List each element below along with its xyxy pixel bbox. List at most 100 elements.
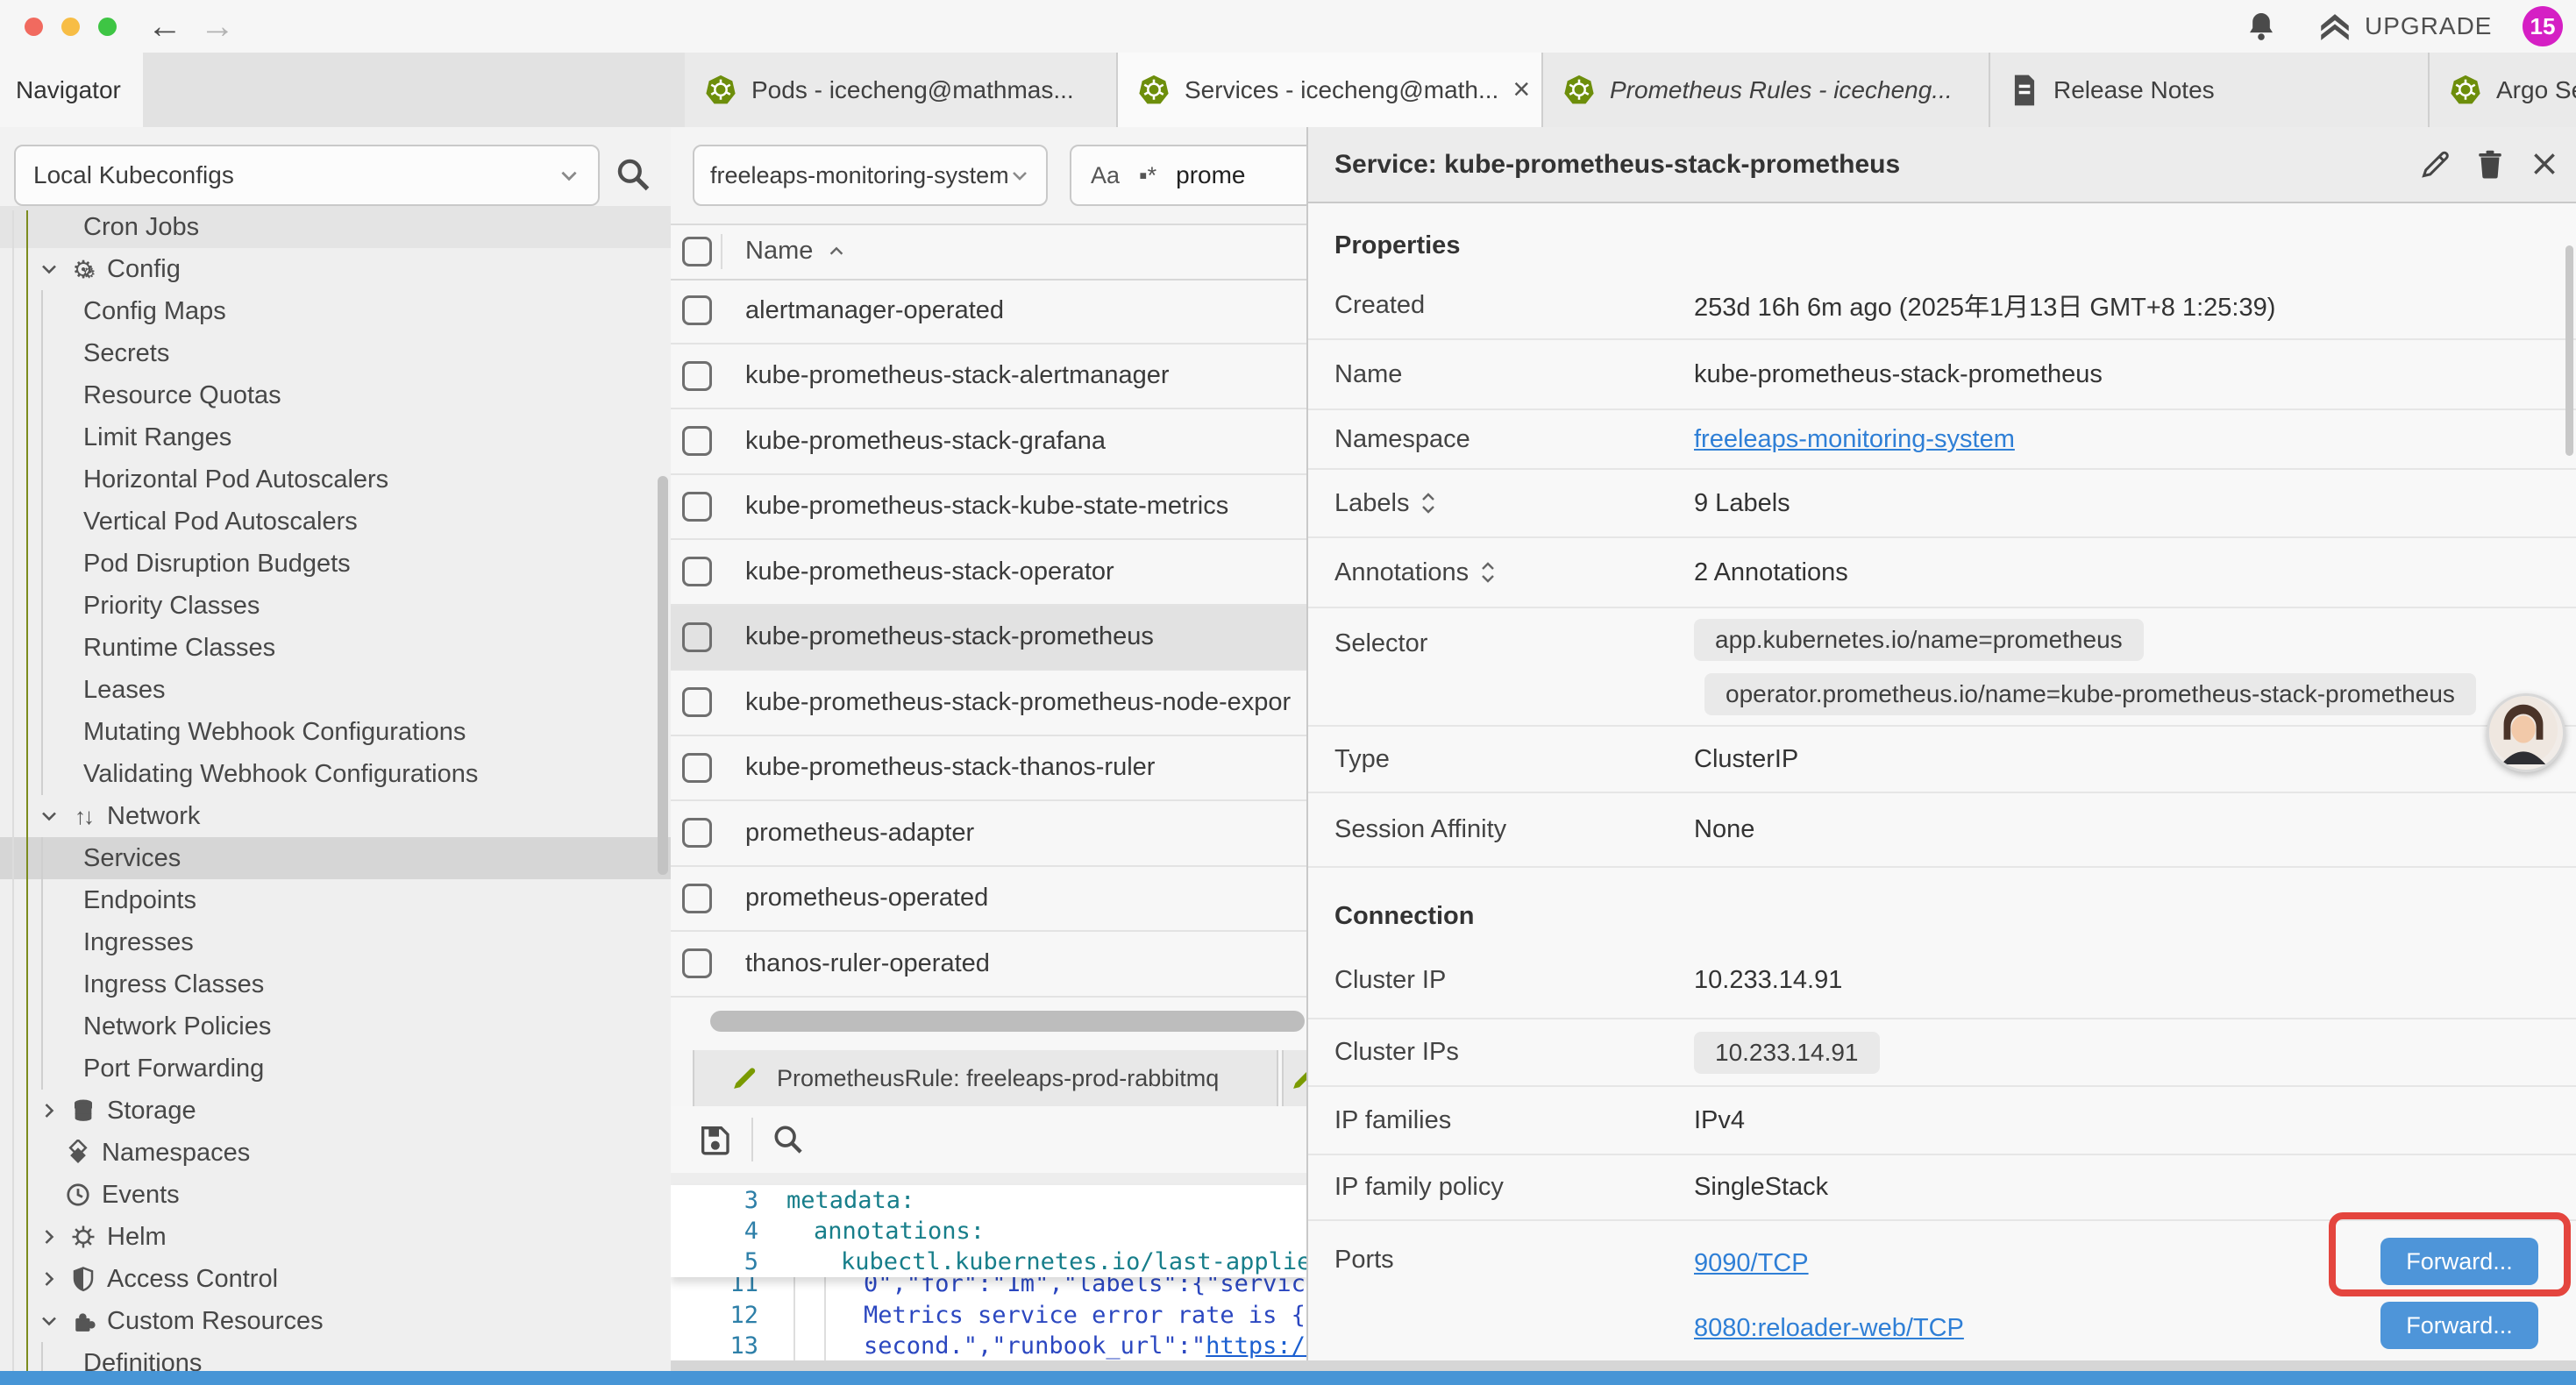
sidebar-item-ingress-classes[interactable]: Ingress Classes xyxy=(0,963,671,1005)
sidebar-item-vertical-pod-autoscalers[interactable]: Vertical Pod Autoscalers xyxy=(0,501,671,543)
window-minimize-button[interactable] xyxy=(61,18,80,36)
sidebar-item-config-maps[interactable]: Config Maps xyxy=(0,290,671,332)
editor-tab-partial[interactable] xyxy=(1282,1050,1306,1106)
save-icon[interactable] xyxy=(697,1122,732,1157)
edit-pencil-icon[interactable] xyxy=(2418,146,2453,181)
notification-badge[interactable]: 15 xyxy=(2523,6,2563,46)
column-header-name[interactable]: Name xyxy=(745,237,813,266)
forward-button-8080[interactable]: Forward... xyxy=(2380,1302,2538,1349)
table-row-selected[interactable]: kube-prometheus-stack-prometheus xyxy=(671,606,1306,671)
table-row[interactable]: thanos-ruler-operated xyxy=(671,932,1306,998)
row-checkbox[interactable] xyxy=(682,753,712,783)
row-checkbox[interactable] xyxy=(682,687,712,717)
row-checkbox[interactable] xyxy=(682,884,712,913)
tab-pods[interactable]: Pods - icecheng@mathmas... xyxy=(685,53,1118,127)
sidebar-scrollbar[interactable] xyxy=(658,476,668,875)
puzzle-icon xyxy=(68,1306,98,1336)
sidebar-item-config[interactable]: ⚙⚙ Config xyxy=(0,248,671,290)
sidebar-item-mutating-webhook-configurations[interactable]: Mutating Webhook Configurations xyxy=(0,711,671,753)
table-row[interactable]: kube-prometheus-stack-prometheus-node-ex… xyxy=(671,671,1306,736)
namespace-link[interactable]: freeleaps-monitoring-system xyxy=(1694,425,2015,454)
sidebar-item-storage[interactable]: Storage xyxy=(0,1090,671,1132)
connection-row-ip-families: IP families IPv4 xyxy=(1308,1087,2576,1155)
row-checkbox[interactable] xyxy=(682,492,712,522)
sidebar-item-namespaces[interactable]: Namespaces xyxy=(0,1132,671,1174)
sidebar-item-leases[interactable]: Leases xyxy=(0,669,671,711)
row-checkbox[interactable] xyxy=(682,426,712,456)
webcam-avatar[interactable] xyxy=(2487,693,2565,772)
table-row[interactable]: kube-prometheus-stack-alertmanager xyxy=(671,344,1306,410)
sidebar-item-secrets[interactable]: Secrets xyxy=(0,332,671,374)
table-horizontal-scrollbar[interactable] xyxy=(710,1011,1305,1032)
kubeconfig-select-value: Local Kubeconfigs xyxy=(33,161,234,189)
tab-release-notes[interactable]: Release Notes xyxy=(1990,53,2430,127)
sidebar-item-events[interactable]: Events xyxy=(0,1174,671,1216)
sidebar-item-helm[interactable]: Helm xyxy=(0,1216,671,1258)
sidebar-item-endpoints[interactable]: Endpoints xyxy=(0,879,671,921)
sidebar-item-access-control[interactable]: Access Control xyxy=(0,1258,671,1300)
sidebar-item-runtime-classes[interactable]: Runtime Classes xyxy=(0,627,671,669)
tab-argo[interactable]: Argo Se xyxy=(2430,53,2576,127)
sidebar-item-limit-ranges[interactable]: Limit Ranges xyxy=(0,416,671,458)
navigator-panel-tab[interactable]: Navigator xyxy=(0,53,143,127)
sidebar-item-cron-jobs[interactable]: Cron Jobs xyxy=(0,206,671,248)
sidebar-item-port-forwarding[interactable]: Port Forwarding xyxy=(0,1048,671,1090)
sort-toggle-icon[interactable] xyxy=(1479,559,1497,586)
row-checkbox[interactable] xyxy=(682,361,712,391)
table-row[interactable]: kube-prometheus-stack-thanos-ruler xyxy=(671,736,1306,802)
table-row[interactable]: prometheus-adapter xyxy=(671,801,1306,867)
match-case-toggle[interactable]: Aa xyxy=(1091,162,1120,189)
table-row[interactable]: kube-prometheus-stack-kube-state-metrics xyxy=(671,475,1306,541)
upgrade-label[interactable]: UPGRADE xyxy=(2365,12,2492,40)
back-button[interactable]: ← xyxy=(147,5,182,47)
column-divider xyxy=(721,234,722,269)
editor-search-icon[interactable] xyxy=(771,1122,806,1157)
table-row[interactable]: prometheus-operated xyxy=(671,867,1306,933)
table-row[interactable]: kube-prometheus-stack-grafana xyxy=(671,409,1306,475)
drawer-scrollbar[interactable] xyxy=(2565,245,2573,456)
name-search-input[interactable]: Aa ▪* prome xyxy=(1070,145,1306,206)
sidebar-item-custom-resources[interactable]: Custom Resources xyxy=(0,1300,671,1342)
namespace-select[interactable]: freeleaps-monitoring-system xyxy=(693,145,1048,206)
close-icon[interactable] xyxy=(2527,146,2562,181)
port-link-8080[interactable]: 8080:reloader-web/TCP xyxy=(1694,1314,1964,1343)
notifications-bell-icon[interactable] xyxy=(2245,10,2278,43)
regex-toggle[interactable]: ▪* xyxy=(1139,162,1156,189)
row-checkbox[interactable] xyxy=(682,948,712,978)
row-checkbox[interactable] xyxy=(682,295,712,325)
editor-tab-prometheusrule[interactable]: PrometheusRule: freeleaps-prod-rabbitmq xyxy=(693,1050,1278,1106)
forward-button[interactable]: → xyxy=(200,5,235,47)
yaml-editor[interactable]: 11 0","for":"1m","labels":{"service":" 1… xyxy=(671,1185,1306,1385)
window-zoom-button[interactable] xyxy=(98,18,117,36)
sidebar-item-resource-quotas[interactable]: Resource Quotas xyxy=(0,374,671,416)
row-checkbox[interactable] xyxy=(682,557,712,586)
tab-prometheus-rules[interactable]: Prometheus Rules - icecheng... xyxy=(1543,53,1990,127)
sidebar-search-icon[interactable] xyxy=(614,155,652,194)
port-link-9090[interactable]: 9090/TCP xyxy=(1694,1249,1809,1278)
property-row-type: Type ClusterIP xyxy=(1308,727,2576,793)
row-checkbox[interactable] xyxy=(682,818,712,848)
table-row[interactable]: alertmanager-operated xyxy=(671,279,1306,344)
helm-wheel-icon xyxy=(68,1222,98,1252)
sidebar-item-validating-webhook-configurations[interactable]: Validating Webhook Configurations xyxy=(0,753,671,795)
select-all-checkbox[interactable] xyxy=(682,237,712,266)
tab-close-icon[interactable]: × xyxy=(1512,73,1530,107)
sort-toggle-icon[interactable] xyxy=(1420,490,1437,516)
delete-trash-icon[interactable] xyxy=(2473,146,2508,181)
upgrade-chevrons-icon[interactable] xyxy=(2316,9,2353,46)
sidebar-item-priority-classes[interactable]: Priority Classes xyxy=(0,585,671,627)
sidebar-item-pod-disruption-budgets[interactable]: Pod Disruption Budgets xyxy=(0,543,671,585)
code-url-link[interactable]: https://net xyxy=(1206,1332,1306,1360)
tab-services[interactable]: Services - icecheng@math... × xyxy=(1118,53,1543,127)
app-window: ← → UPGRADE 15 Navigator Pods - icecheng… xyxy=(0,0,2576,1385)
sidebar-item-horizontal-pod-autoscalers[interactable]: Horizontal Pod Autoscalers xyxy=(0,458,671,501)
forward-button-9090[interactable]: Forward... xyxy=(2380,1238,2538,1285)
sidebar-item-ingresses[interactable]: Ingresses xyxy=(0,921,671,963)
table-row[interactable]: kube-prometheus-stack-operator xyxy=(671,540,1306,606)
sidebar-item-network[interactable]: ↑↓ Network xyxy=(0,795,671,837)
row-checkbox[interactable] xyxy=(682,622,712,652)
window-close-button[interactable] xyxy=(25,18,43,36)
kubeconfig-select[interactable]: Local Kubeconfigs xyxy=(14,145,600,206)
sidebar-item-services[interactable]: Services xyxy=(0,837,671,879)
sidebar-item-network-policies[interactable]: Network Policies xyxy=(0,1005,671,1048)
